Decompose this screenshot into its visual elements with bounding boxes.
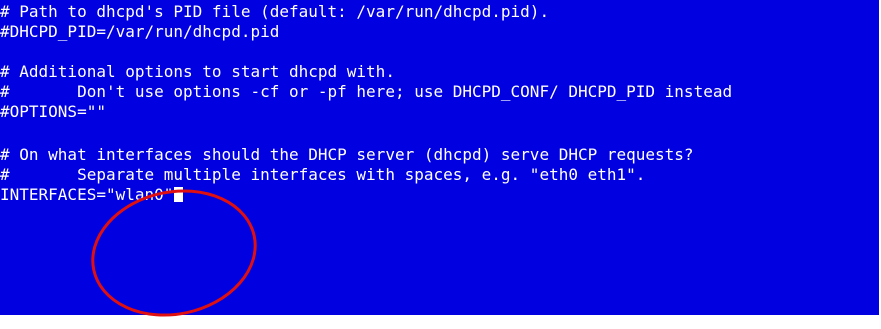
terminal-window[interactable]: # Path to dhcpd's PID file (default: /va… [0,0,880,315]
config-comment-line: # Separate multiple interfaces with spac… [0,165,646,184]
interfaces-setting-text: INTERFACES="wlan0" [0,185,174,204]
config-comment-line: # Path to dhcpd's PID file (default: /va… [0,2,550,21]
config-comment-line: # On what interfaces should the DHCP ser… [0,145,694,164]
config-interfaces-line[interactable]: INTERFACES="wlan0" [0,185,184,205]
config-comment-line: # Don't use options -cf or -pf here; use… [0,82,733,101]
screenshot-frame: # Path to dhcpd's PID file (default: /va… [0,0,881,329]
text-cursor [174,187,184,202]
config-comment-line: # Additional options to start dhcpd with… [0,62,395,81]
config-options-line: #OPTIONS="" [0,102,106,121]
config-dhcpd-pid-line: #DHCPD_PID=/var/run/dhcpd.pid [0,22,280,41]
text-editor-buffer[interactable]: # Path to dhcpd's PID file (default: /va… [0,0,879,315]
